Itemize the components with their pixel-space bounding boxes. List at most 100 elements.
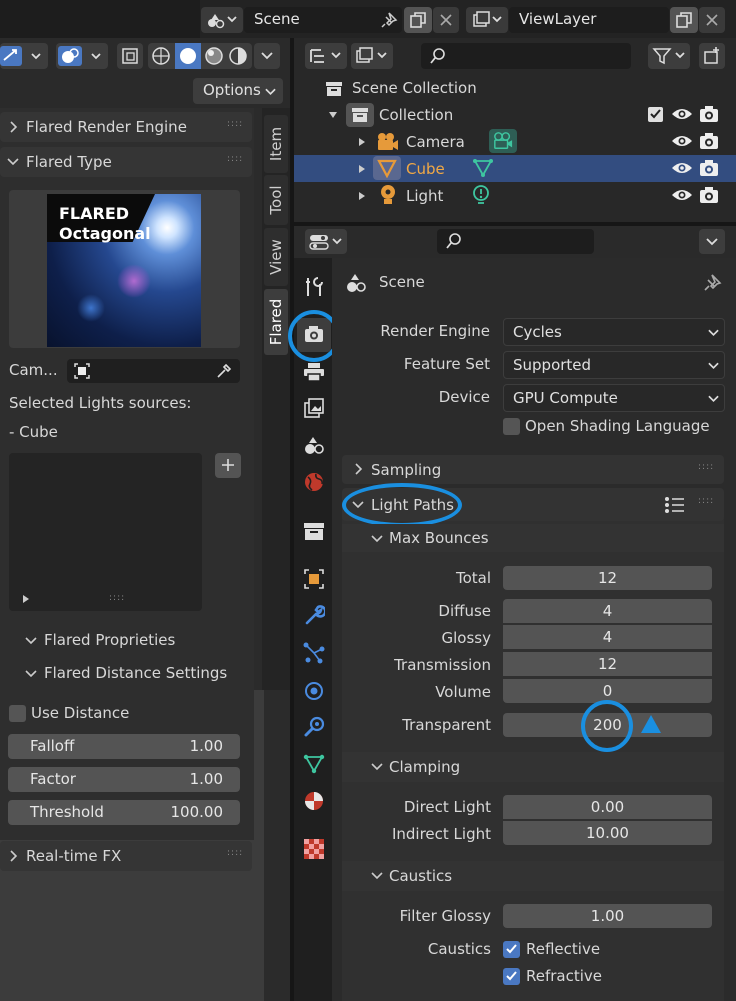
expand-triangle-icon[interactable] [357, 137, 367, 147]
particles-icon[interactable] [303, 642, 325, 664]
panel-flared-render-engine[interactable]: Flared Render Engine :::: [0, 112, 252, 142]
solid-shading-icon[interactable] [178, 46, 198, 66]
drag-handle-icon[interactable]: :::: [227, 848, 243, 858]
options-dropdown[interactable]: Options [193, 78, 283, 104]
open-shading-language-checkbox[interactable] [503, 418, 520, 435]
camera-data-icon-bg[interactable] [489, 129, 517, 153]
subpanel-max-bounces[interactable]: Max Bounces [342, 524, 724, 552]
texture-checker-icon[interactable] [303, 838, 325, 860]
world-icon[interactable] [303, 471, 325, 493]
eye-icon[interactable] [671, 106, 693, 122]
panel-flared-type[interactable]: Flared Type :::: [0, 147, 252, 177]
scene-name-field[interactable]: Scene [244, 7, 402, 33]
pin-icon[interactable] [701, 272, 723, 294]
expand-triangle-icon[interactable] [21, 594, 31, 604]
transmission-bounces-field[interactable]: 12 [503, 652, 712, 676]
drag-handle-icon[interactable]: :::: [227, 119, 243, 129]
factor-field[interactable]: Factor 1.00 [8, 767, 240, 792]
camera-render-icon[interactable] [699, 186, 719, 204]
material-icon[interactable] [303, 790, 325, 812]
delete-viewlayer-button[interactable] [699, 7, 725, 33]
resize-handle-icon[interactable]: :::: [109, 593, 125, 603]
object-properties-icon[interactable] [303, 568, 325, 590]
modifier-wrench-icon[interactable] [303, 605, 325, 627]
flare-preview-frame[interactable]: FLARED Octagonal [9, 190, 240, 348]
eye-icon[interactable] [671, 187, 693, 203]
drag-handle-icon[interactable]: :::: [227, 154, 243, 164]
diffuse-bounces-field[interactable]: 4 [503, 599, 712, 623]
panel-flared-distance[interactable]: Flared Distance Settings [18, 659, 248, 689]
output-printer-icon[interactable] [303, 362, 325, 382]
outliner-filter-button[interactable] [648, 43, 690, 69]
falloff-field[interactable]: Falloff 1.00 [8, 734, 240, 759]
new-viewlayer-button[interactable] [670, 7, 698, 33]
outliner-light[interactable]: Light [406, 187, 443, 205]
delete-scene-button[interactable] [433, 7, 459, 33]
presets-list-icon[interactable] [664, 496, 686, 514]
rendered-shading-icon[interactable] [228, 46, 248, 66]
tab-item[interactable]: Item [264, 115, 288, 173]
caustics-refractive-checkbox[interactable] [503, 968, 520, 985]
collection-include-checkbox[interactable] [648, 107, 663, 122]
constraints-icon[interactable] [303, 716, 325, 738]
viewlayer-name-field[interactable]: ViewLayer [509, 7, 669, 33]
scene-type-dropdown[interactable] [201, 7, 243, 33]
lights-list[interactable]: :::: [9, 453, 202, 611]
properties-search-input[interactable] [437, 229, 594, 254]
camera-render-icon[interactable] [699, 105, 719, 123]
tool-settings-icon[interactable] [303, 276, 325, 298]
outliner-display-mode[interactable] [305, 43, 347, 69]
filter-glossy-field[interactable]: 1.00 [503, 904, 712, 928]
panel-realtime-fx[interactable]: Real-time FX :::: [0, 841, 252, 871]
expand-triangle-down-icon[interactable] [328, 110, 338, 120]
mesh-data-icon[interactable] [303, 753, 325, 775]
scene-icon[interactable] [303, 434, 325, 456]
view-layer-icon[interactable] [303, 397, 325, 419]
wireframe-shading-icon[interactable] [151, 46, 171, 66]
direct-light-field[interactable]: 0.00 [503, 795, 712, 819]
pin-icon[interactable] [380, 11, 398, 29]
collection-icon[interactable] [303, 521, 325, 541]
glossy-bounces-field[interactable]: 4 [503, 625, 712, 649]
outliner-collection[interactable]: Collection [379, 106, 453, 124]
render-engine-dropdown[interactable]: Cycles [503, 318, 725, 346]
eyedropper-icon[interactable] [215, 362, 233, 380]
material-shading-icon[interactable] [204, 46, 224, 66]
eye-icon[interactable] [671, 133, 693, 149]
outliner-cube[interactable]: Cube [406, 160, 445, 178]
caustics-reflective-checkbox[interactable] [503, 941, 520, 958]
new-collection-button[interactable] [699, 43, 725, 69]
threshold-field[interactable]: Threshold 100.00 [8, 800, 240, 825]
drag-handle-icon[interactable]: :::: [698, 462, 714, 472]
drag-handle-icon[interactable]: :::: [698, 496, 714, 506]
properties-options-dropdown[interactable] [699, 229, 725, 254]
expand-triangle-icon[interactable] [357, 191, 367, 201]
tab-flared[interactable]: Flared [264, 289, 288, 355]
camera-render-icon[interactable] [699, 159, 719, 177]
overlay-toggle[interactable] [56, 43, 108, 69]
camera-object-field[interactable] [67, 359, 240, 383]
device-dropdown[interactable]: GPU Compute [503, 384, 725, 412]
properties-editor-type[interactable] [305, 229, 347, 254]
new-scene-button[interactable] [404, 7, 432, 33]
eye-icon[interactable] [671, 160, 693, 176]
shading-dropdown[interactable] [254, 43, 280, 69]
feature-set-dropdown[interactable]: Supported [503, 351, 725, 379]
panel-flared-proprieties[interactable]: Flared Proprieties [18, 626, 248, 656]
total-bounces-field[interactable]: 12 [503, 566, 712, 590]
light-data-icon[interactable] [471, 184, 491, 206]
mesh-data-icon[interactable] [472, 158, 494, 178]
subpanel-caustics[interactable]: Caustics [342, 861, 724, 891]
subpanel-clamping[interactable]: Clamping [342, 752, 724, 782]
outliner-filter-type[interactable] [351, 43, 393, 69]
gizmo-toggle[interactable] [0, 43, 48, 69]
use-distance-checkbox[interactable] [9, 705, 26, 722]
panel-sampling[interactable]: Sampling :::: [342, 455, 724, 484]
xray-toggle[interactable] [117, 43, 143, 69]
add-light-button[interactable] [215, 453, 241, 478]
viewlayer-type-dropdown[interactable] [466, 7, 508, 33]
outliner-search-input[interactable] [421, 43, 631, 69]
indirect-light-field[interactable]: 10.00 [503, 821, 712, 845]
physics-icon[interactable] [303, 680, 325, 702]
expand-triangle-icon[interactable] [357, 164, 367, 174]
